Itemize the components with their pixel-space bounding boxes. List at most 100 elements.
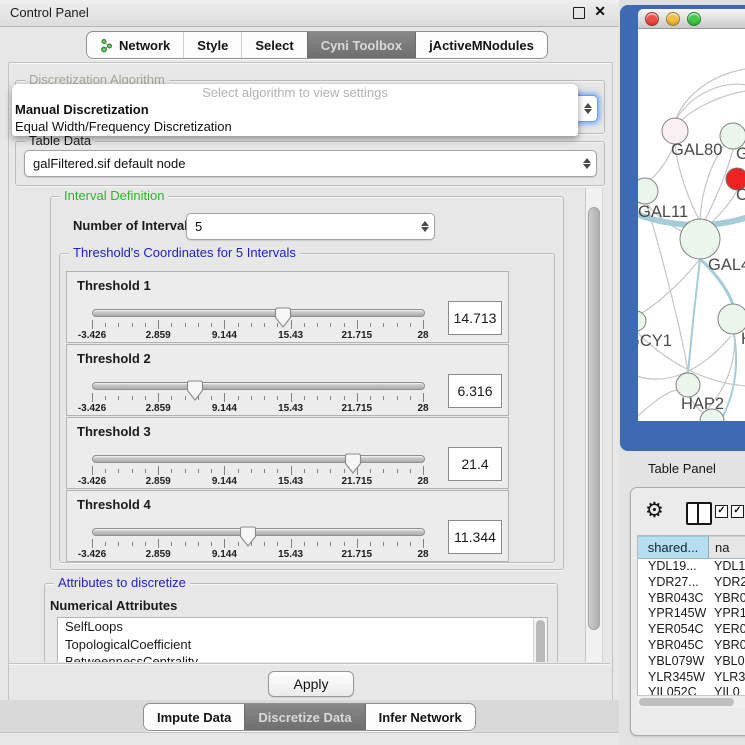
- node-table: shared... na YDL19...YDL1YDR27...YDR2YBR…: [637, 535, 745, 696]
- number-of-intervals-combobox[interactable]: 5: [186, 213, 435, 240]
- slider-thumb[interactable]: [275, 307, 292, 328]
- settings-scrollbar-thumb[interactable]: [588, 207, 600, 630]
- network-edge[interactable]: [676, 69, 745, 119]
- table-row[interactable]: YDR27...YDR2: [638, 575, 745, 591]
- tick-mark: [410, 396, 411, 400]
- cell-shared-name[interactable]: YBR043C: [638, 591, 708, 607]
- cell-name[interactable]: YPR1: [708, 606, 745, 622]
- tick-mark: [158, 539, 159, 548]
- checkbox-icon-2[interactable]: ✓: [731, 505, 744, 518]
- threshold-slider[interactable]: -3.4262.8599.14415.4321.71528: [92, 376, 423, 414]
- table-row[interactable]: YER054CYER0: [638, 622, 745, 638]
- cell-shared-name[interactable]: YBR045C: [638, 638, 708, 654]
- cell-shared-name[interactable]: YER054C: [638, 622, 708, 638]
- threshold-value-field[interactable]: 21.4: [448, 447, 502, 481]
- cell-name[interactable]: YER0: [708, 622, 745, 638]
- cell-name[interactable]: YLR3: [708, 670, 745, 686]
- close-icon[interactable]: ✕: [594, 3, 606, 20]
- column-header-shared-name[interactable]: shared...: [638, 536, 709, 558]
- settings-vertical-scrollbar[interactable]: [585, 188, 603, 662]
- table-row[interactable]: YDL19...YDL1: [638, 559, 745, 575]
- cell-name[interactable]: YDR2: [708, 575, 745, 591]
- network-canvas[interactable]: GAL80GACGAL11GAL4GCY1HHAP2: [638, 29, 745, 421]
- threshold-value-field[interactable]: 6.316: [448, 374, 502, 408]
- table-row[interactable]: YBR043CYBR0: [638, 591, 745, 607]
- table-data-combobox[interactable]: galFiltered.sif default node: [24, 150, 597, 177]
- network-node[interactable]: [638, 178, 658, 204]
- gear-icon[interactable]: ⚙: [645, 498, 664, 523]
- attributes-scrollbar-thumb[interactable]: [536, 620, 545, 662]
- cell-shared-name[interactable]: YPR145W: [638, 606, 708, 622]
- tick-mark: [423, 393, 424, 402]
- threshold-slider[interactable]: -3.4262.8599.14415.4321.71528: [92, 522, 423, 560]
- network-node[interactable]: [676, 373, 700, 397]
- threshold-slider[interactable]: -3.4262.8599.14415.4321.71528: [92, 449, 423, 487]
- tick-mark: [330, 323, 331, 327]
- tick-mark: [211, 542, 212, 546]
- float-window-icon[interactable]: [573, 7, 585, 19]
- network-edge[interactable]: [680, 91, 745, 122]
- tick-mark: [145, 469, 146, 473]
- cell-shared-name[interactable]: YDR27...: [638, 575, 708, 591]
- checkbox-icon-1[interactable]: ✓: [715, 505, 728, 518]
- attribute-item[interactable]: SelfLoops: [58, 618, 547, 636]
- tab-network[interactable]: Network: [87, 32, 183, 58]
- table-horizontal-scrollbar[interactable]: [637, 695, 745, 708]
- cell-name[interactable]: YBL0: [708, 654, 745, 670]
- network-node-label: GCY1: [638, 332, 672, 350]
- column-header-name[interactable]: na: [709, 536, 745, 558]
- tick-mark: [370, 542, 371, 546]
- slider-thumb[interactable]: [186, 380, 203, 401]
- slider-track[interactable]: [92, 455, 425, 463]
- network-graph[interactable]: GAL80GACGAL11GAL4GCY1HHAP2: [638, 29, 745, 421]
- cell-shared-name[interactable]: YLR345W: [638, 670, 708, 686]
- cell-shared-name[interactable]: YDL19...: [638, 559, 708, 575]
- tick-mark: [238, 323, 239, 327]
- tab-style[interactable]: Style: [183, 32, 241, 58]
- table-row[interactable]: YLR345WYLR3: [638, 670, 745, 686]
- tab-cyni-toolbox[interactable]: Cyni Toolbox: [307, 32, 415, 58]
- zoom-traffic-light[interactable]: [687, 12, 701, 26]
- network-edge[interactable]: [688, 259, 700, 373]
- network-node[interactable]: [680, 219, 720, 259]
- dropdown-option-equal-width[interactable]: Equal Width/Frequency Discretization: [12, 118, 578, 135]
- network-edge[interactable]: [638, 259, 700, 317]
- apply-button[interactable]: Apply: [268, 671, 354, 697]
- table-row[interactable]: YBL079WYBL0: [638, 654, 745, 670]
- numerical-attributes-list[interactable]: SelfLoopsTopologicalCoefficientBetweenne…: [57, 617, 548, 662]
- minimize-traffic-light[interactable]: [666, 12, 680, 26]
- tab-infer-network[interactable]: Infer Network: [365, 704, 475, 730]
- close-traffic-light[interactable]: [645, 12, 659, 26]
- table-row[interactable]: YPR145WYPR1: [638, 606, 745, 622]
- table-row[interactable]: YBR045CYBR0: [638, 638, 745, 654]
- cell-name[interactable]: YBR0: [708, 591, 745, 607]
- slider-track[interactable]: [92, 382, 425, 390]
- slider-thumb[interactable]: [239, 526, 256, 547]
- tab-infer-network-label: Infer Network: [379, 710, 462, 725]
- tab-jactivemnodules[interactable]: jActiveMNodules: [415, 32, 547, 58]
- number-of-intervals-label: Number of Intervals: [73, 218, 195, 233]
- tick-mark: [132, 323, 133, 327]
- attribute-item[interactable]: TopologicalCoefficient: [58, 636, 547, 654]
- attribute-item[interactable]: BetweennessCentrality: [58, 653, 547, 662]
- slider-thumb[interactable]: [345, 453, 362, 474]
- cell-name[interactable]: YBR0: [708, 638, 745, 654]
- dropdown-option-manual[interactable]: Manual Discretization: [12, 101, 578, 118]
- columns-icon[interactable]: [686, 502, 712, 525]
- threshold-value-field[interactable]: 11.344: [448, 520, 502, 554]
- threshold-value-field[interactable]: 14.713: [448, 301, 502, 335]
- table-hscrollbar-thumb[interactable]: [639, 698, 734, 706]
- tick-label: 2.859: [146, 476, 171, 487]
- threshold-slider[interactable]: -3.4262.8599.14415.4321.71528: [92, 303, 423, 341]
- cell-name[interactable]: YDL1: [708, 559, 745, 575]
- attributes-scrollbar[interactable]: [533, 618, 547, 662]
- slider-track[interactable]: [92, 309, 425, 317]
- tab-impute-data[interactable]: Impute Data: [144, 704, 244, 730]
- cell-shared-name[interactable]: YBL079W: [638, 654, 708, 670]
- network-node[interactable]: [638, 311, 646, 331]
- tick-mark: [185, 469, 186, 473]
- slider-track[interactable]: [92, 528, 425, 536]
- tab-discretize-data[interactable]: Discretize Data: [244, 704, 364, 730]
- tick-mark: [383, 469, 384, 473]
- tab-select[interactable]: Select: [241, 32, 306, 58]
